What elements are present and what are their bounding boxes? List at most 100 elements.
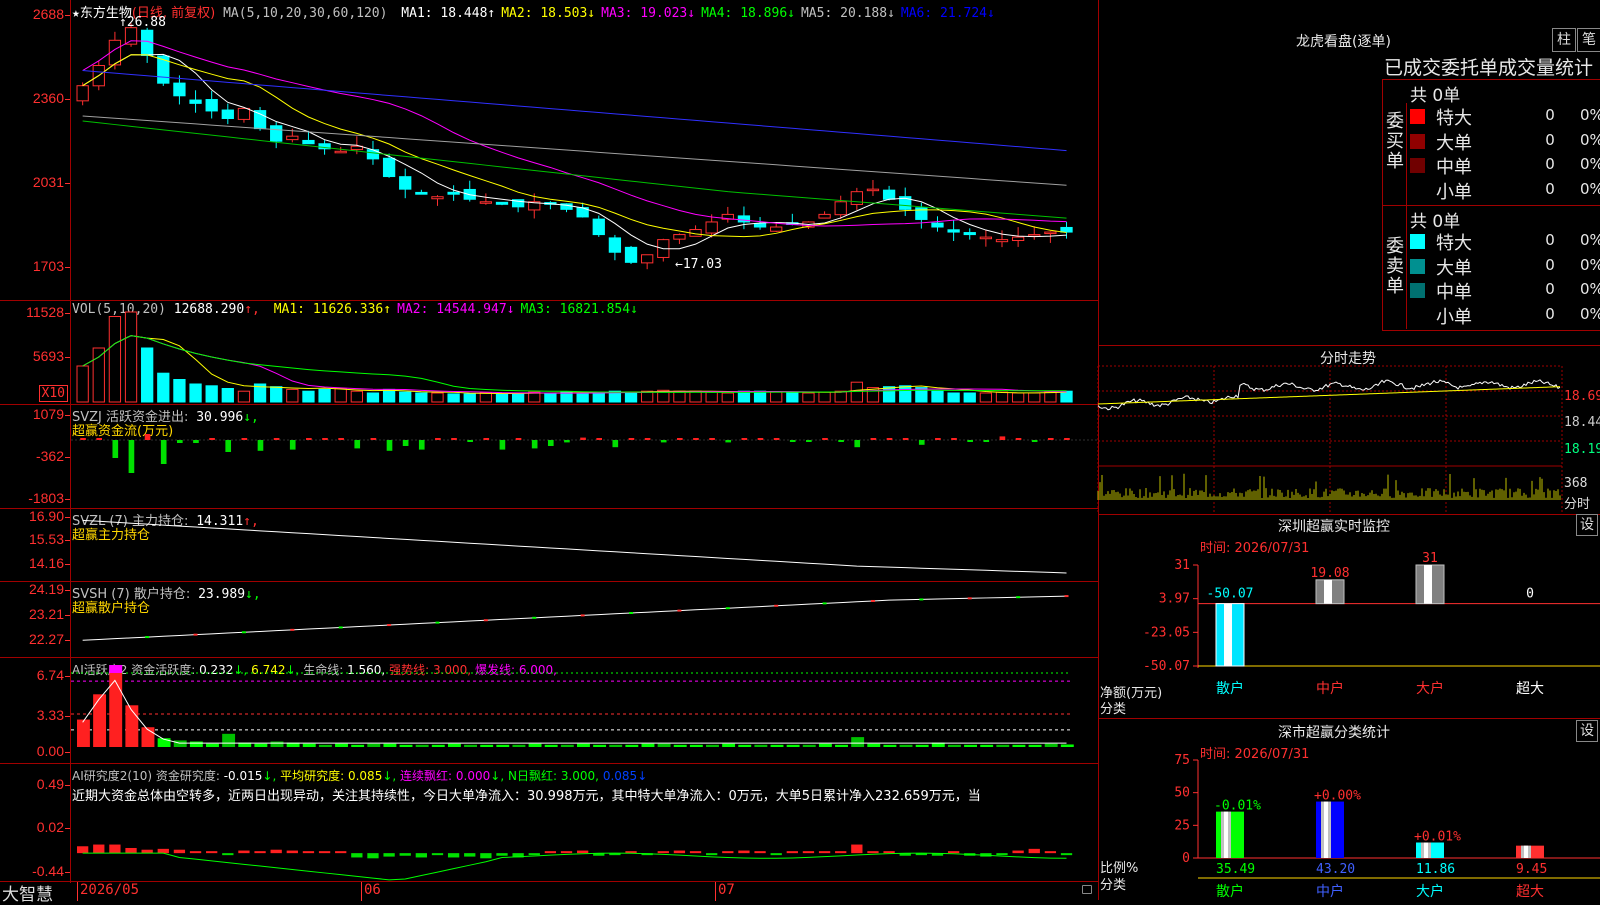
monitor-value-label: 31 <box>1422 551 1438 566</box>
candle-body <box>770 226 783 232</box>
volume-bar <box>302 390 315 403</box>
volume-pane[interactable]: 11528 5693 X10 VOL(5,10,20) 12688.290↑, … <box>0 300 1098 405</box>
y-tick: 2360 <box>32 90 71 106</box>
volume-bar <box>544 392 557 403</box>
volume-yaxis: 11528 5693 X10 <box>0 300 71 404</box>
monitor-category-label: 大户 <box>1416 680 1444 697</box>
y-tick: 1703 <box>32 258 71 274</box>
high-price-note: ↑26.88 <box>119 15 166 30</box>
research-bar <box>883 851 895 854</box>
research-bar <box>238 850 250 854</box>
ai-research-yaxis: 0.49 0.02 -0.44 <box>0 763 71 883</box>
sell-label: 委卖单 <box>1386 236 1404 297</box>
monitor-bar-highlight <box>1224 603 1232 666</box>
flow-bar <box>209 438 215 440</box>
flow-bar <box>725 440 732 443</box>
research-bar <box>835 851 847 854</box>
activity-bar <box>722 743 736 747</box>
volume-bar <box>931 390 944 403</box>
volume-bar <box>899 385 912 403</box>
intraday-chart[interactable] <box>1097 365 1600 512</box>
research-bar <box>786 851 798 854</box>
candle-body <box>866 188 880 192</box>
y-tick: 75 <box>1174 753 1190 768</box>
activity-bar <box>480 744 494 747</box>
y-tick: 31 <box>1174 558 1190 573</box>
research-bar <box>480 853 492 859</box>
research-bar <box>109 844 121 854</box>
candle-body <box>641 254 654 264</box>
svsh-mark <box>580 614 585 617</box>
flow-bar <box>822 438 828 440</box>
svzj-pane[interactable]: 1079 -362 -1803 SVZJ 活跃资金进出: 30.996↓, 超赢… <box>0 404 1098 509</box>
research-bar <box>93 844 105 854</box>
activity-bar <box>706 744 719 747</box>
row-label: 中单 <box>1436 157 1472 178</box>
candle-body <box>592 218 605 236</box>
svsh-line <box>82 595 1067 641</box>
flow-bar <box>354 440 361 449</box>
svsh-yaxis: 24.19 23.21 22.27 <box>0 581 71 657</box>
kline-yaxis: 2688 2360 2031 1703 <box>0 0 71 300</box>
activity-bar <box>657 743 671 747</box>
activity-bar <box>560 744 574 747</box>
research-bar <box>1028 848 1040 854</box>
activity-bar <box>544 744 558 747</box>
row-count: 0 <box>1545 179 1555 198</box>
color-swatch <box>1410 307 1425 323</box>
svsh-mark <box>387 624 392 627</box>
flow-bar <box>1015 438 1022 440</box>
candle-body <box>947 229 960 233</box>
row-count: 0 <box>1545 130 1555 149</box>
activity-bar <box>302 743 316 747</box>
class-value-label: 9.45 <box>1516 862 1547 877</box>
brand-logo: 大智慧 <box>2 885 53 905</box>
monitor-category-label: 散户 <box>1216 680 1244 697</box>
class-bar-shine <box>1424 842 1428 858</box>
volume-bar <box>689 390 702 403</box>
activity-bar <box>883 744 897 747</box>
ai-activity-pane[interactable]: 6.74 3.33 0.00 AI活跃度2 资金活跃度: 0.232↓, 6.7… <box>0 657 1098 764</box>
flow-bar <box>418 440 425 450</box>
flow-bar <box>773 438 780 440</box>
research-bar <box>544 851 557 854</box>
activity-bar <box>593 744 607 747</box>
kline-pane[interactable]: 2688 2360 2031 1703 ★东方生物(日线, 前复权) MA(5,… <box>0 0 1098 301</box>
candle-body <box>931 222 944 228</box>
volume-bar <box>399 391 412 403</box>
sell-row: 小单 0 0% <box>1408 303 1600 328</box>
tick-mode-button[interactable]: 笔 <box>1577 28 1600 52</box>
svsh-mark <box>870 599 875 602</box>
flow-bar <box>402 440 409 446</box>
color-swatch <box>1410 133 1425 149</box>
flow-bar <box>935 438 941 440</box>
candlestick-chart[interactable]: ↑26.88 ←17.03 <box>71 0 1098 300</box>
lock-icon[interactable] <box>1082 885 1092 894</box>
svsh-mark <box>145 636 150 639</box>
candle-body <box>979 236 993 240</box>
flow-bar <box>902 438 909 440</box>
y-tick: -1803 <box>28 490 70 506</box>
svsh-mark <box>629 612 634 615</box>
svsh-pane[interactable]: 24.19 23.21 22.27 SVSH (7) 散户持仓: 23.989↓… <box>0 581 1098 658</box>
volume-bar <box>108 316 122 403</box>
volume-bar <box>173 379 186 403</box>
sz-monitor-xlabel: 分类 <box>1100 702 1127 717</box>
activity-bar <box>173 740 187 747</box>
volume-bar <box>350 390 363 403</box>
flow-bar <box>693 438 699 440</box>
sz-class-chart: 75 50 25 0 -0.01% 35.49 散户 +0.00% 43.20 中户 +0.01% 1… <box>1174 753 1600 900</box>
vol-ma20-line <box>82 335 1067 393</box>
flow-bar <box>370 438 377 440</box>
bar-mode-button[interactable]: 柱 <box>1552 28 1576 52</box>
lhb-header: 已成交委托单成交量统计 <box>1384 57 1594 79</box>
candle-body <box>76 85 89 102</box>
activity-bar <box>738 744 752 747</box>
y-tick: 0 <box>1182 851 1190 866</box>
row-percent: 0% <box>1580 280 1600 298</box>
candle-body <box>1060 226 1073 233</box>
research-bar <box>270 849 282 854</box>
activity-bar <box>802 744 816 747</box>
ai-research-pane[interactable]: 0.49 0.02 -0.44 AI研究度2(10) 资金研究度: -0.015… <box>0 763 1098 883</box>
svzl-pane[interactable]: 16.90 15.53 14.16 SVZL (7) 主力持仓: 14.311↑… <box>0 508 1098 582</box>
